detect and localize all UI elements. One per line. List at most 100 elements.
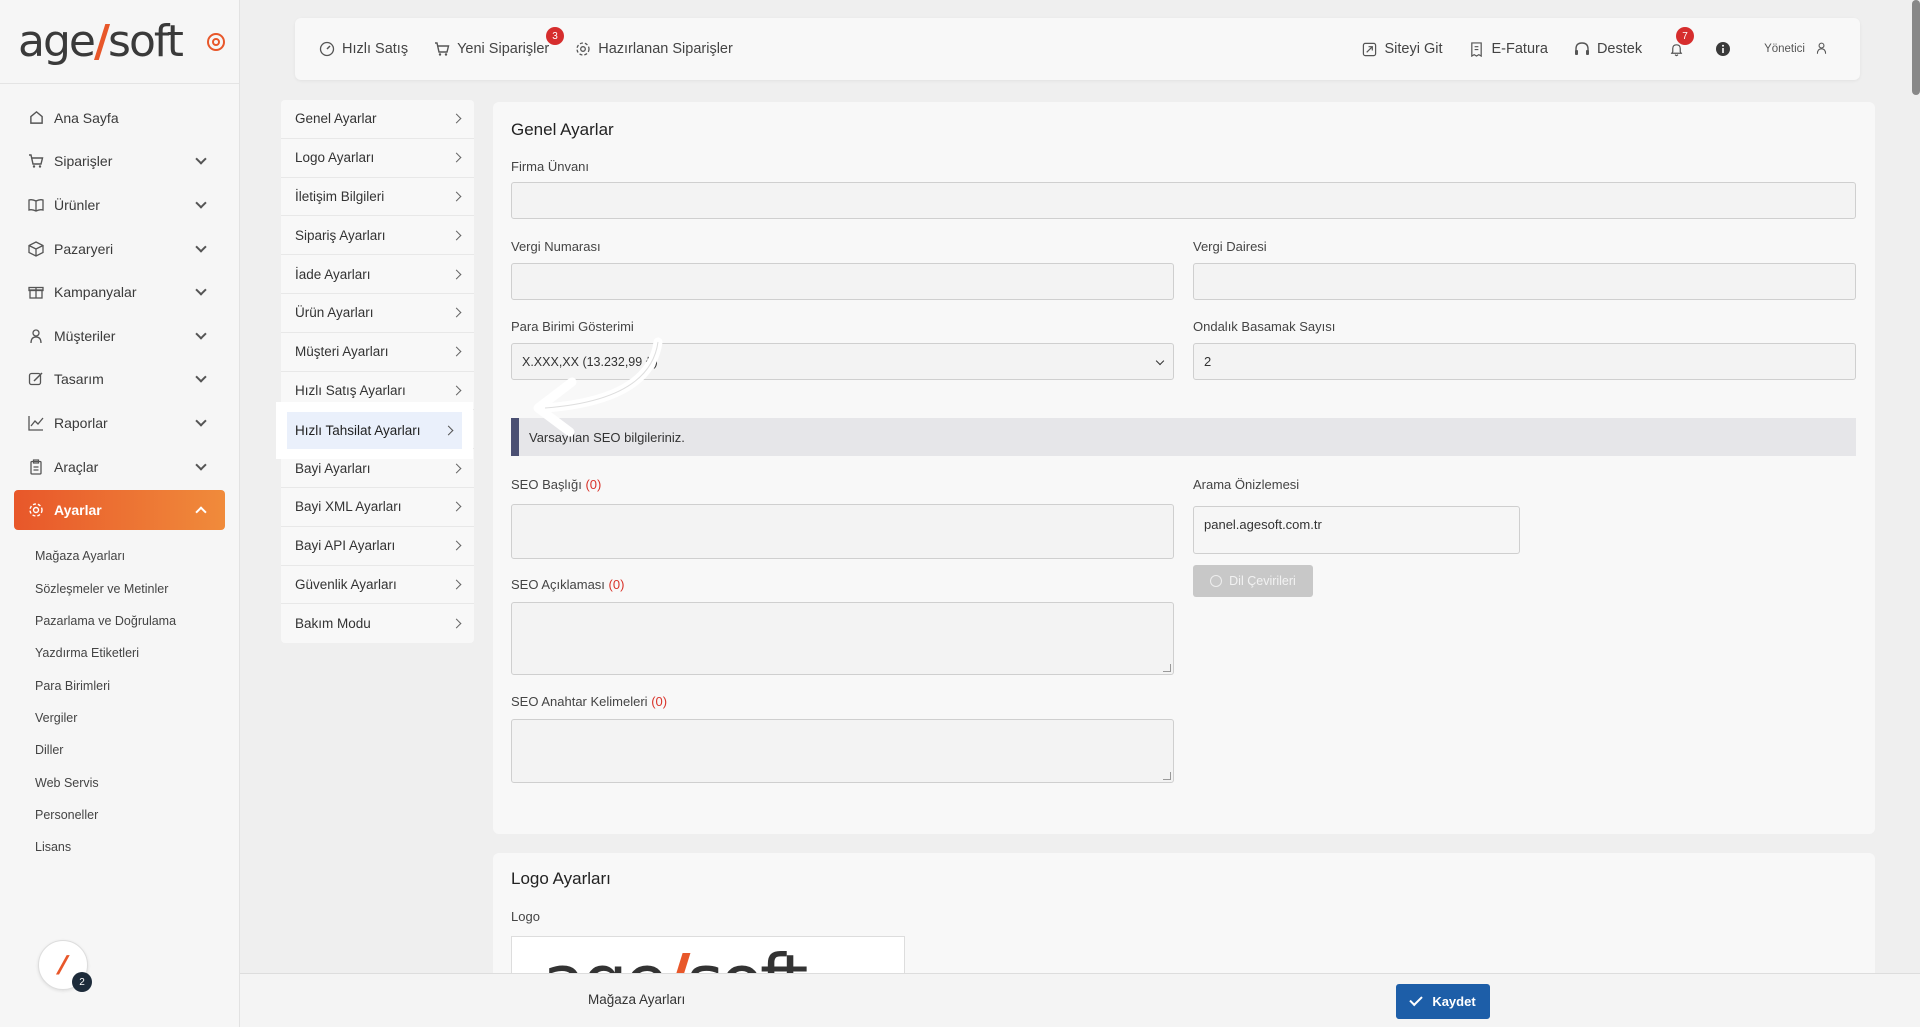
company-input[interactable] (511, 182, 1856, 219)
settings-menu: Genel Ayarlar Logo Ayarları İletişim Bil… (281, 100, 474, 644)
settings-menu-item[interactable]: Genel Ayarlar (281, 100, 474, 139)
seo-description-textarea[interactable] (511, 602, 1174, 675)
subnav-item[interactable]: Web Servis (35, 766, 239, 798)
settings-menu-label: İade Ayarları (295, 266, 371, 282)
sidebar-item-kampanyalar[interactable]: Kampanyalar (0, 270, 239, 314)
page-scrollbar[interactable] (1912, 0, 1920, 95)
settings-menu-label: Bayi Ayarları (295, 460, 371, 476)
settings-subnav: Mağaza Ayarları Sözleşmeler ve Metinler … (0, 532, 239, 863)
subnav-item[interactable]: Yazdırma Etiketleri (35, 637, 239, 669)
breadcrumb: Mağaza Ayarları (588, 992, 686, 1007)
chevron-right-icon (451, 152, 462, 163)
go-site-link[interactable]: Siteyi Git (1362, 41, 1443, 57)
brand: age/soft (0, 0, 239, 84)
subnav-item[interactable]: Personeller (35, 799, 239, 831)
seo-title-label: SEO Başlığı (0) (511, 477, 601, 492)
sidebar-item-siparisler[interactable]: Siparişler (0, 140, 239, 184)
chevron-right-icon (451, 579, 462, 590)
sidebar-item-raporlar[interactable]: Raporlar (0, 401, 239, 445)
prepared-orders-link[interactable]: Hazırlanan Siparişler (575, 41, 733, 57)
chevron-down-icon (195, 371, 207, 384)
settings-menu-item[interactable]: Logo Ayarları (281, 139, 474, 178)
seo-info-alert: Varsayılan SEO bilgileriniz. (511, 418, 1856, 456)
settings-menu-item[interactable]: Bakım Modu (281, 604, 474, 643)
new-orders-link[interactable]: Yeni Siparişler 3 (434, 27, 565, 57)
settings-menu-item[interactable]: Ürün Ayarları (281, 294, 474, 333)
settings-menu-label: Bakım Modu (295, 616, 371, 632)
gift-icon (28, 284, 44, 300)
seo-keywords-textarea[interactable] (511, 719, 1174, 783)
chevron-down-icon (195, 415, 207, 427)
globe-icon (1210, 575, 1223, 587)
chevron-down-icon (195, 328, 207, 340)
support-label: Destek (1596, 41, 1643, 57)
subnav-item[interactable]: Diller (35, 734, 239, 766)
sidebar-item-label: Siparişler (54, 153, 113, 170)
tax-office-input[interactable] (1193, 263, 1856, 300)
settings-menu-label: Bayi XML Ayarları (295, 499, 402, 515)
subnav-item[interactable]: Sözleşmeler ve Metinler (35, 573, 239, 605)
settings-menu-label: Ürün Ayarları (295, 305, 374, 321)
brand-logo[interactable]: age/soft (18, 16, 184, 67)
sidebar-item-pazaryeri[interactable]: Pazaryeri (0, 227, 239, 271)
notifications-button[interactable]: 7 (1668, 27, 1695, 57)
chevron-right-icon (451, 501, 462, 512)
quick-sale-link[interactable]: Hızlı Satış (319, 41, 408, 57)
sidebar-item-ayarlar[interactable]: Ayarlar (14, 490, 225, 531)
sidebar-item-musteriler[interactable]: Müşteriler (0, 314, 239, 358)
external-link-icon (1362, 41, 1378, 57)
decimal-input[interactable]: 2 (1193, 343, 1856, 380)
speedometer-icon (319, 41, 335, 57)
decimal-label: Ondalık Basamak Sayısı (1193, 319, 1336, 334)
cart-icon (28, 153, 44, 169)
settings-menu-item[interactable]: Bayi API Ayarları (281, 527, 474, 566)
sidebar-toggle-icon[interactable] (207, 33, 225, 51)
settings-menu-item[interactable]: İletişim Bilgileri (281, 178, 474, 217)
settings-menu-item[interactable]: Sipariş Ayarları (281, 216, 474, 256)
seo-desc-label-text: SEO Açıklaması (511, 577, 605, 592)
sidebar-item-urunler[interactable]: Ürünler (0, 183, 239, 227)
settings-menu-item[interactable]: Müşteri Ayarları (281, 333, 474, 372)
sidebar-item-tasarim[interactable]: Tasarım (0, 358, 239, 402)
seo-desc-label: SEO Açıklaması (0) (511, 577, 624, 592)
home-icon (28, 110, 44, 126)
chevron-right-icon (451, 113, 462, 124)
resize-handle-icon[interactable] (1163, 664, 1171, 672)
sidebar-item-araclar[interactable]: Araçlar (0, 445, 239, 489)
subnav-item[interactable]: Para Birimleri (35, 670, 239, 702)
tax-number-input[interactable] (511, 263, 1174, 300)
sidebar-item-label: Ana Sayfa (54, 109, 119, 126)
box-icon (28, 240, 44, 257)
seo-title-input[interactable] (511, 504, 1174, 559)
sidebar-item-label: Müşteriler (54, 327, 116, 344)
chevron-up-icon (195, 506, 207, 519)
resize-handle-icon[interactable] (1163, 772, 1171, 780)
user-menu[interactable]: Yönetici (1764, 41, 1828, 58)
chevron-down-icon (195, 458, 207, 471)
save-button[interactable]: Kaydet (1396, 984, 1490, 1019)
seo-title-count: (0) (585, 477, 602, 492)
new-orders-badge: 3 (546, 27, 565, 45)
subnav-item[interactable]: Vergiler (35, 702, 239, 734)
save-label: Kaydet (1432, 994, 1476, 1009)
settings-menu-label: Hızlı Tahsilat Ayarları (295, 423, 421, 438)
language-translations-button[interactable]: Dil Çevirileri (1193, 565, 1313, 597)
settings-menu-label: Güvenlik Ayarları (295, 576, 397, 592)
sidebar-item-ana-sayfa[interactable]: Ana Sayfa (0, 96, 239, 140)
subnav-item[interactable]: Lisans (35, 831, 239, 863)
support-link[interactable]: Destek (1574, 41, 1642, 57)
einvoice-link[interactable]: E-Fatura (1469, 41, 1548, 57)
new-orders-label: Yeni Siparişler (457, 41, 550, 57)
info-button[interactable] (1715, 41, 1738, 57)
seo-title-label-text: SEO Başlığı (511, 477, 582, 492)
einvoice-label: E-Fatura (1491, 41, 1548, 57)
settings-menu-item[interactable]: Güvenlik Ayarları (281, 566, 474, 605)
settings-menu-item-hizli-tahsilat[interactable]: Hızlı Tahsilat Ayarları (287, 412, 462, 449)
tutorial-arrow-icon (533, 337, 663, 437)
book-icon (28, 197, 44, 213)
subnav-item[interactable]: Mağaza Ayarları (35, 540, 239, 572)
subnav-item[interactable]: Pazarlama ve Doğrulama (35, 605, 239, 637)
sidebar-item-label: Ürünler (54, 196, 100, 213)
settings-menu-item[interactable]: Bayi XML Ayarları (281, 488, 474, 527)
settings-menu-item[interactable]: İade Ayarları (281, 255, 474, 294)
